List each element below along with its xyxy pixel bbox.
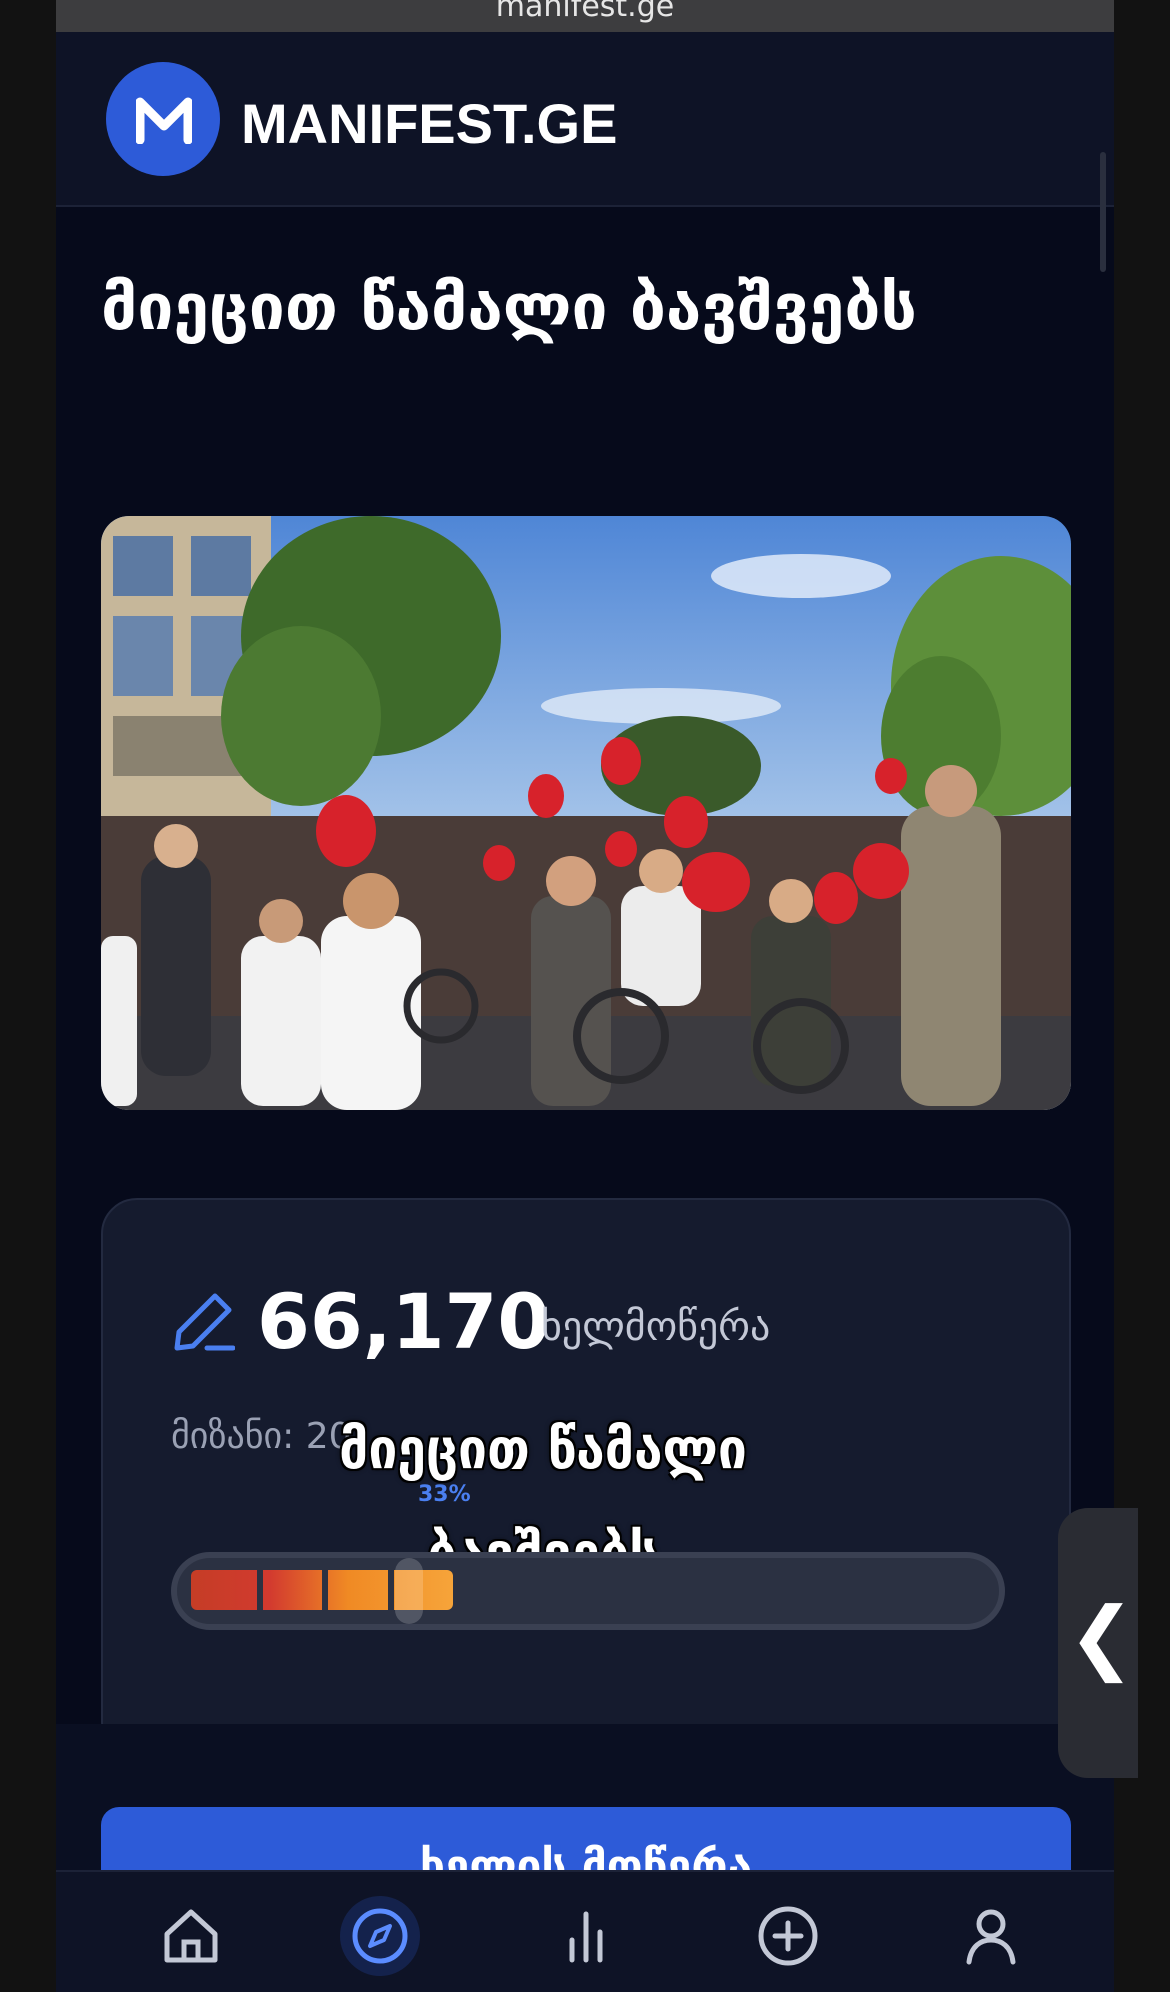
- screen: manifest.ge MANIFEST.GE მიეცით წამალი ბა…: [0, 0, 1170, 1992]
- nav-compass-icon[interactable]: [340, 1896, 420, 1976]
- side-panel-toggle[interactable]: ❮: [1058, 1508, 1138, 1778]
- progress-bar: [171, 1552, 1005, 1630]
- sign-area: ხელის მოწერა: [56, 1724, 1114, 1927]
- logo-text[interactable]: MANIFEST.GE: [241, 92, 617, 156]
- signature-count: 66,170: [257, 1277, 551, 1366]
- app-viewport: MANIFEST.GE მიეცით წამალი ბავშვებს 66,17…: [56, 32, 1114, 1992]
- bottom-nav: [56, 1870, 1114, 1992]
- url-text: manifest.ge: [495, 0, 675, 24]
- progress-segment-divider: [257, 1570, 263, 1610]
- logo-icon[interactable]: [106, 62, 220, 176]
- petition-photo: [101, 516, 1071, 1110]
- chevron-left-icon: ❮: [1068, 1590, 1136, 1683]
- browser-url-bar[interactable]: manifest.ge: [56, 0, 1114, 32]
- nav-home-icon[interactable]: [151, 1896, 231, 1976]
- nav-user-icon[interactable]: [951, 1896, 1031, 1976]
- signature-count-label: ხელმოწერა: [541, 1304, 771, 1350]
- app-header: MANIFEST.GE: [56, 32, 1114, 272]
- progress-segment-divider: [322, 1570, 328, 1610]
- nav-plus-circle-icon[interactable]: [748, 1896, 828, 1976]
- progress-bar-knob: [395, 1558, 423, 1624]
- page-title: მიეცით წამალი ბავშვებს: [101, 271, 917, 345]
- pencil-icon: [174, 1293, 235, 1351]
- nav-bar-chart-icon[interactable]: [546, 1896, 626, 1976]
- progress-segment-divider: [388, 1570, 394, 1610]
- scrollbar-thumb[interactable]: [1100, 152, 1106, 272]
- signature-card: 66,170 ხელმოწერა მიზანი: 20 33% მიეცით წ…: [101, 1198, 1071, 1758]
